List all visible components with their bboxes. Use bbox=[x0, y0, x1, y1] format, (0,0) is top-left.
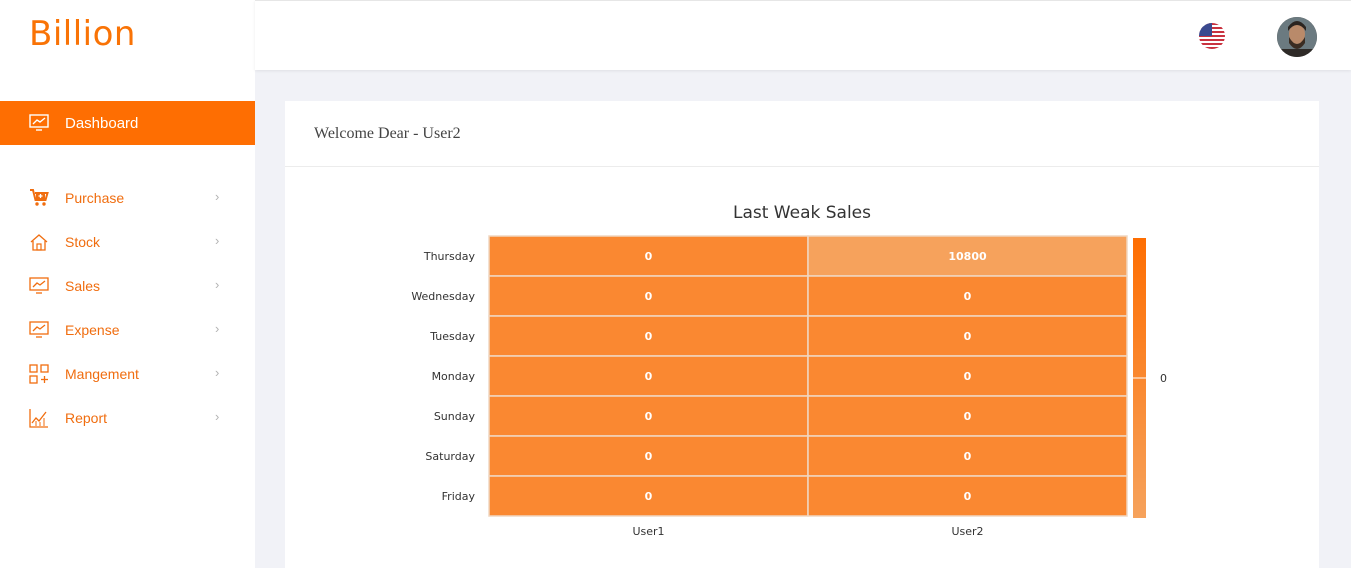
cell-value-label: 0 bbox=[964, 450, 972, 463]
y-tick-label: Sunday bbox=[434, 410, 476, 423]
colorbar-tick-label: 0 bbox=[1160, 372, 1167, 385]
cell-value-label: 0 bbox=[645, 330, 653, 343]
cell-value-label: 0 bbox=[964, 290, 972, 303]
y-tick-label: Tuesday bbox=[429, 330, 475, 343]
cell-value-label: 0 bbox=[645, 370, 653, 383]
cell-value-label: 10800 bbox=[948, 250, 987, 263]
cell-value-label: 0 bbox=[964, 370, 972, 383]
x-tick-label: User1 bbox=[632, 525, 664, 538]
cell-value-label: 0 bbox=[964, 410, 972, 423]
cell-value-label: 0 bbox=[964, 330, 972, 343]
y-tick-label: Monday bbox=[432, 370, 476, 383]
y-tick-label: Saturday bbox=[425, 450, 475, 463]
cell-value-label: 0 bbox=[645, 490, 653, 503]
cell-value-label: 0 bbox=[645, 410, 653, 423]
y-tick-label: Friday bbox=[442, 490, 476, 503]
cell-value-label: 0 bbox=[645, 450, 653, 463]
x-tick-label: User2 bbox=[951, 525, 983, 538]
cell-value-label: 0 bbox=[964, 490, 972, 503]
y-tick-label: Thursday bbox=[423, 250, 476, 263]
cell-value-label: 0 bbox=[645, 250, 653, 263]
heatmap-chart: Thursday 0 10800 Wednesday 0 0 Tuesday 0 0 Monday… bbox=[411, 235, 1167, 538]
y-tick-label: Wednesday bbox=[411, 290, 475, 303]
cell-value-label: 0 bbox=[645, 290, 653, 303]
